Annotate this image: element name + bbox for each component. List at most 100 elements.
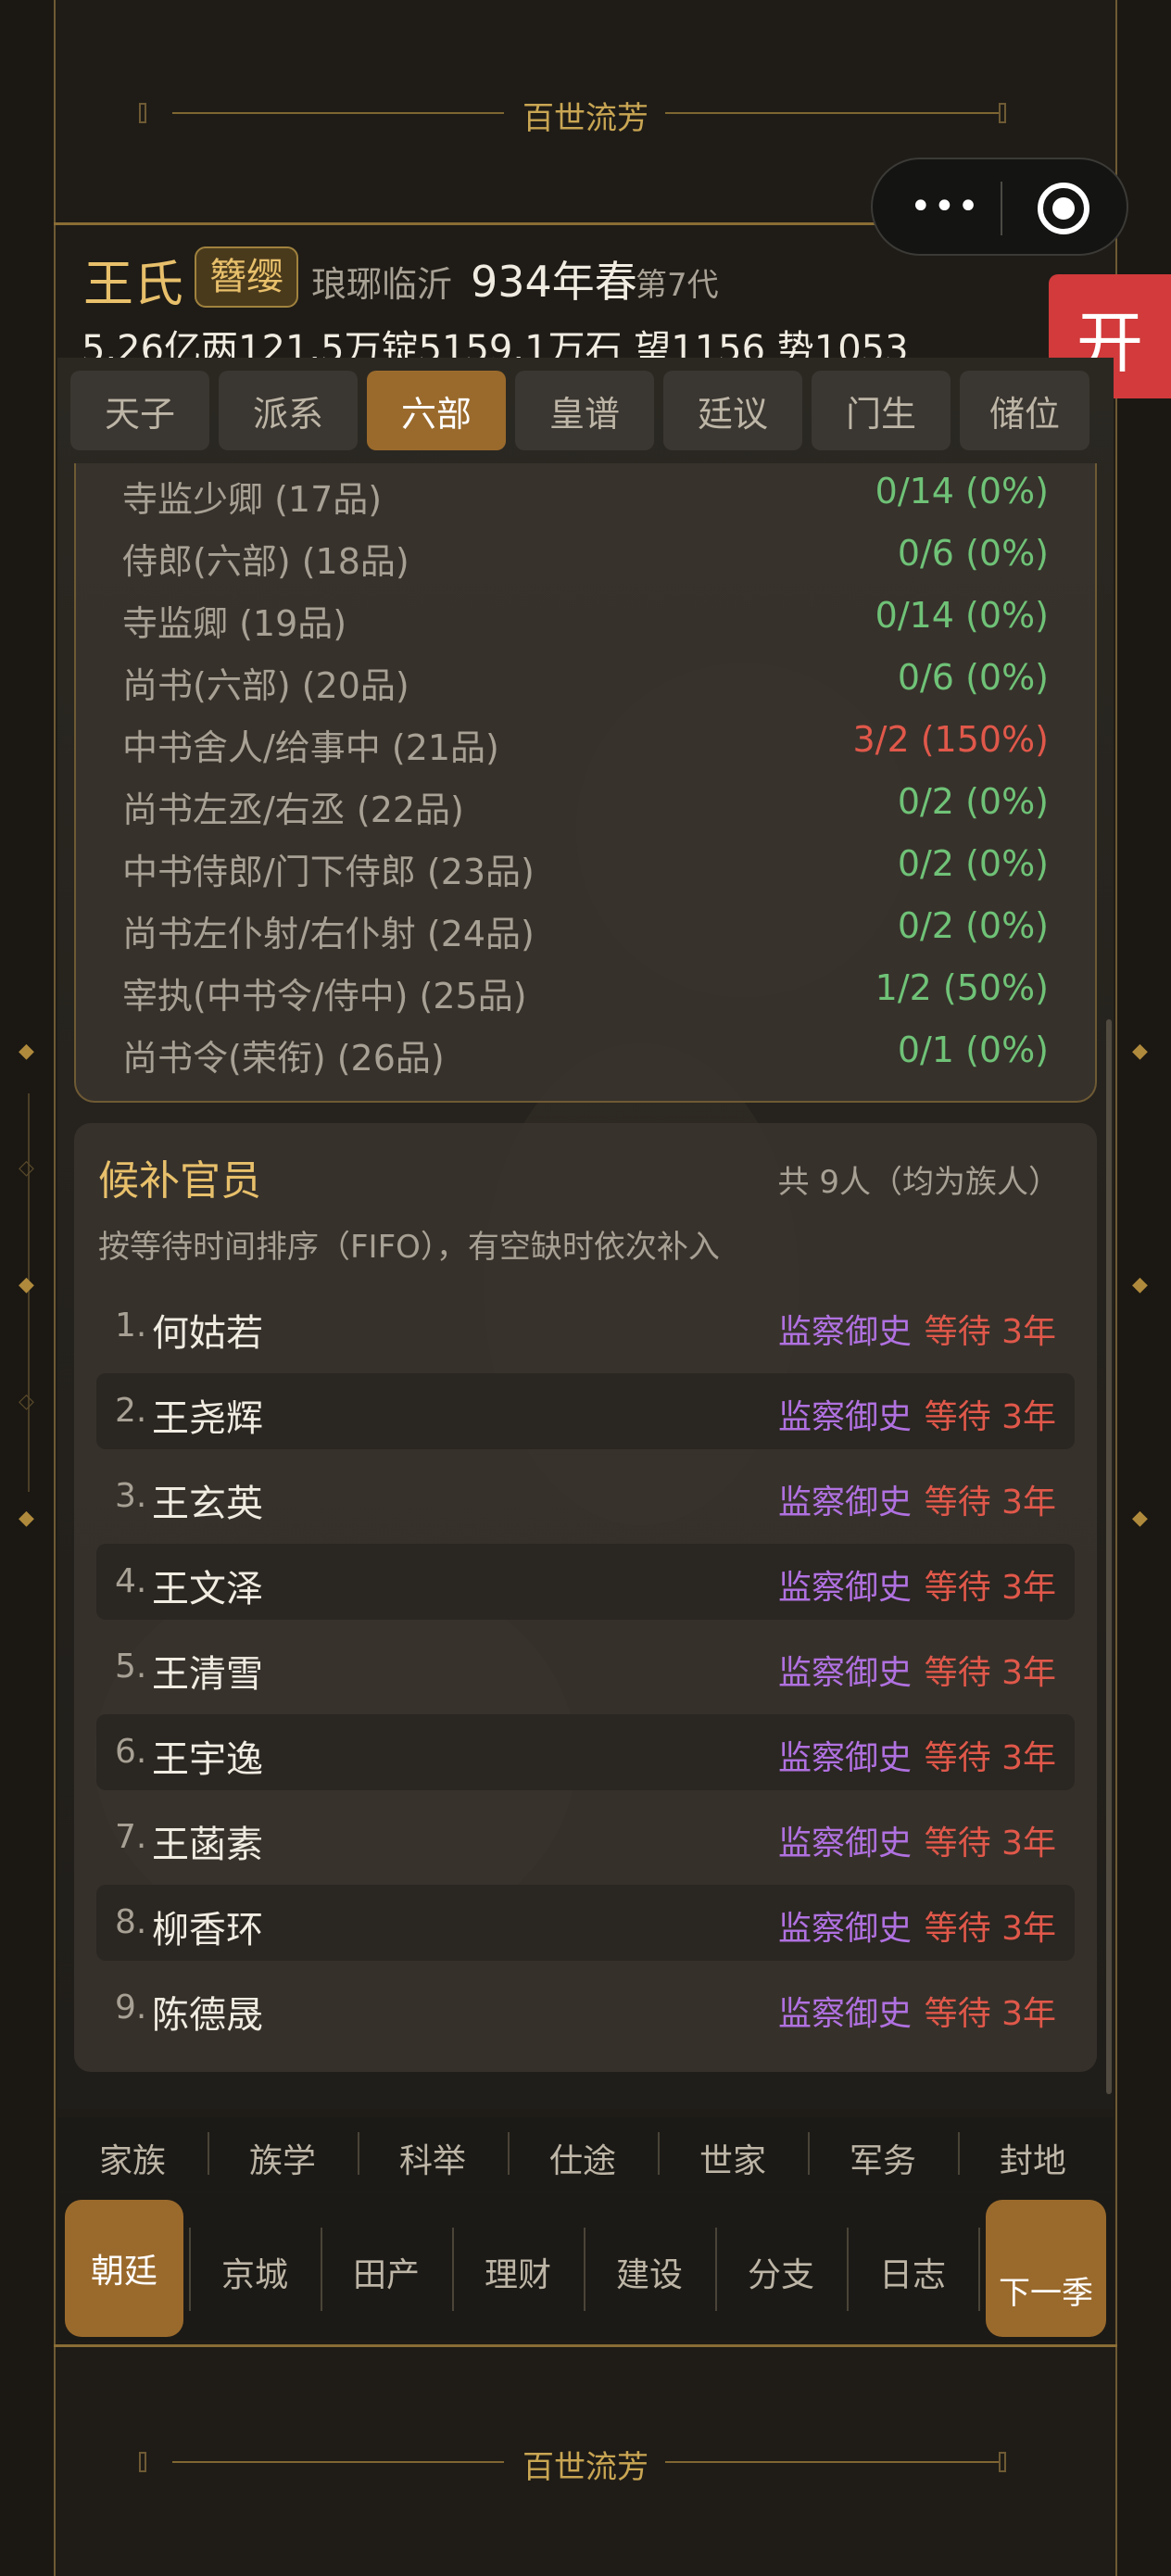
- scrollbar[interactable]: [1106, 1019, 1112, 2094]
- candidates-description: 按等待时间排序（FIFO），有空缺时依次补入: [98, 1229, 720, 1266]
- rank-label: 寺监卿 (19品): [122, 603, 347, 644]
- candidate-name: 何姑若: [152, 1312, 263, 1355]
- tab-imperial-genealogy[interactable]: 皇谱: [515, 371, 654, 450]
- diamond-icon: ◆: [1132, 1273, 1148, 1296]
- candidate-row[interactable]: 2. 王尧辉 监察御史 等待 3年: [96, 1373, 1075, 1449]
- tab-six-ministries[interactable]: 六部: [367, 371, 506, 450]
- candidate-index: 8.: [115, 1903, 147, 1941]
- footer-separator: [54, 2344, 1117, 2347]
- rank-row: 侍郎(六部) (18品) 0/6 (0%): [122, 533, 1049, 588]
- candidate-row[interactable]: 4. 王文泽 监察御史 等待 3年: [96, 1544, 1075, 1620]
- candidate-index: 9.: [115, 1989, 147, 2027]
- nav-branch[interactable]: 分支: [721, 2248, 841, 2296]
- nav-career[interactable]: 仕途: [513, 2134, 652, 2182]
- candidate-position: 监察御史: [777, 1313, 912, 1351]
- clan-name: 王氏: [83, 255, 183, 313]
- top-banner: 百世流芳: [54, 0, 1117, 137]
- tab-disciples[interactable]: 门生: [812, 371, 951, 450]
- candidate-position: 监察御史: [777, 1739, 912, 1777]
- rank-row: 尚书左仆射/右仆射 (24品) 0/2 (0%): [122, 905, 1049, 961]
- clan-origin: 琅琊临沂: [311, 264, 453, 305]
- rank-value: 0/6 (0%): [897, 657, 1049, 698]
- diamond-outline-icon: ◇: [19, 1156, 34, 1180]
- nav-log[interactable]: 日志: [852, 2248, 973, 2296]
- candidate-row[interactable]: 5. 王清雪 监察御史 等待 3年: [96, 1629, 1075, 1705]
- candidate-position: 监察御史: [777, 1569, 912, 1607]
- nav-fief[interactable]: 封地: [963, 2134, 1102, 2182]
- rank-label: 尚书左仆射/右仆射 (24品): [122, 914, 535, 954]
- candidate-wait: 等待 3年: [924, 1910, 1056, 1948]
- candidate-name: 王玄英: [152, 1483, 263, 1525]
- candidate-row[interactable]: 7. 王菡素 监察御史 等待 3年: [96, 1799, 1075, 1875]
- rank-value: 0/2 (0%): [897, 781, 1049, 822]
- more-dots-icon[interactable]: •••: [910, 188, 981, 225]
- candidate-row[interactable]: 6. 王宇逸 监察御史 等待 3年: [96, 1714, 1075, 1790]
- candidate-row[interactable]: 1. 何姑若 监察御史 等待 3年: [96, 1288, 1075, 1364]
- miniprogram-capsule: •••: [871, 158, 1128, 256]
- nav-court[interactable]: 朝廷: [65, 2200, 183, 2337]
- candidates-panel: 候补官员 共 9人（均为族人） 按等待时间排序（FIFO），有空缺时依次补入 1…: [74, 1123, 1097, 2072]
- candidate-index: 6.: [115, 1733, 147, 1771]
- rank-row: 中书侍郎/门下侍郎 (23品) 0/2 (0%): [122, 843, 1049, 899]
- next-season-button[interactable]: 下一季: [986, 2200, 1106, 2337]
- banner-line-right: [665, 2461, 999, 2463]
- candidate-row[interactable]: 8. 柳香环 监察御史 等待 3年: [96, 1885, 1075, 1961]
- nav-aristocracy[interactable]: 世家: [663, 2134, 802, 2182]
- diamond-icon: ◆: [1132, 1040, 1148, 1063]
- banner-endcap-left: [139, 103, 146, 123]
- candidate-wait: 等待 3年: [924, 1825, 1056, 1863]
- tab-tianzi[interactable]: 天子: [70, 371, 209, 450]
- rank-label: 中书舍人/给事中 (21品): [122, 727, 499, 768]
- candidate-wait: 等待 3年: [924, 1995, 1056, 2033]
- nav-exam[interactable]: 科举: [363, 2134, 502, 2182]
- candidates-count: 共 9人（均为族人）: [777, 1164, 1060, 1201]
- tab-faction[interactable]: 派系: [219, 371, 358, 450]
- nav-primary: 家族 族学 科举 仕途 世家 军务 封地: [57, 2117, 1114, 2191]
- rank-label: 尚书(六部) (20品): [122, 665, 409, 706]
- rank-label: 尚书左丞/右丞 (22品): [122, 789, 464, 830]
- rank-value: 0/14 (0%): [875, 471, 1049, 511]
- banner-line-left: [172, 2461, 504, 2463]
- candidate-position: 监察御史: [777, 1995, 912, 2033]
- rank-label: 侍郎(六部) (18品): [122, 541, 409, 582]
- candidate-row[interactable]: 3. 王玄英 监察御史 等待 3年: [96, 1458, 1075, 1534]
- candidate-wait: 等待 3年: [924, 1484, 1056, 1522]
- diamond-outline-icon: ◇: [19, 1390, 34, 1413]
- banner-line-left: [172, 112, 504, 114]
- nav-military[interactable]: 军务: [813, 2134, 952, 2182]
- nav-secondary: 京城 田产 理财 建设 分支 日志: [57, 2192, 1114, 2341]
- candidate-name: 王清雪: [152, 1653, 263, 1696]
- tab-court-debate[interactable]: 廷议: [663, 371, 802, 450]
- nav-clan-school[interactable]: 族学: [213, 2134, 352, 2182]
- diamond-icon: ◆: [1132, 1507, 1148, 1530]
- rank-label: 中书侍郎/门下侍郎 (23品): [122, 852, 535, 892]
- generation: 第7代: [636, 267, 719, 304]
- nav-construction[interactable]: 建设: [589, 2248, 710, 2296]
- candidate-position: 监察御史: [777, 1910, 912, 1948]
- nav-finance[interactable]: 理财: [458, 2248, 578, 2296]
- banner-endcap-right: [999, 2452, 1006, 2472]
- candidate-wait: 等待 3年: [924, 1739, 1056, 1777]
- candidate-index: 2.: [115, 1392, 147, 1430]
- banner-endcap-right: [999, 103, 1006, 123]
- diamond-icon: ◆: [19, 1040, 34, 1063]
- nav-family[interactable]: 家族: [63, 2134, 202, 2182]
- nav-farmland[interactable]: 田产: [326, 2248, 447, 2296]
- candidate-index: 5.: [115, 1648, 147, 1686]
- capsule-divider: [1001, 182, 1002, 235]
- target-icon[interactable]: [1038, 183, 1089, 234]
- rank-row: 尚书左丞/右丞 (22品) 0/2 (0%): [122, 781, 1049, 837]
- rank-label: 寺监少卿 (17品): [122, 479, 383, 520]
- candidate-row[interactable]: 9. 陈德晟 监察御史 等待 3年: [96, 1970, 1075, 2046]
- rank-row: 寺监少卿 (17品) 0/14 (0%): [122, 471, 1049, 526]
- candidate-index: 3.: [115, 1477, 147, 1515]
- rank-label: 宰执(中书令/侍中) (25品): [122, 976, 527, 1017]
- game-year: 934年春: [471, 257, 637, 307]
- candidate-wait: 等待 3年: [924, 1313, 1056, 1351]
- nav-capital[interactable]: 京城: [195, 2248, 315, 2296]
- tab-succession[interactable]: 储位: [960, 371, 1089, 450]
- rank-label: 尚书令(荣衔) (26品): [122, 1038, 445, 1079]
- rank-value: 3/2 (150%): [852, 719, 1049, 760]
- candidate-index: 4.: [115, 1562, 147, 1600]
- candidate-wait: 等待 3年: [924, 1654, 1056, 1692]
